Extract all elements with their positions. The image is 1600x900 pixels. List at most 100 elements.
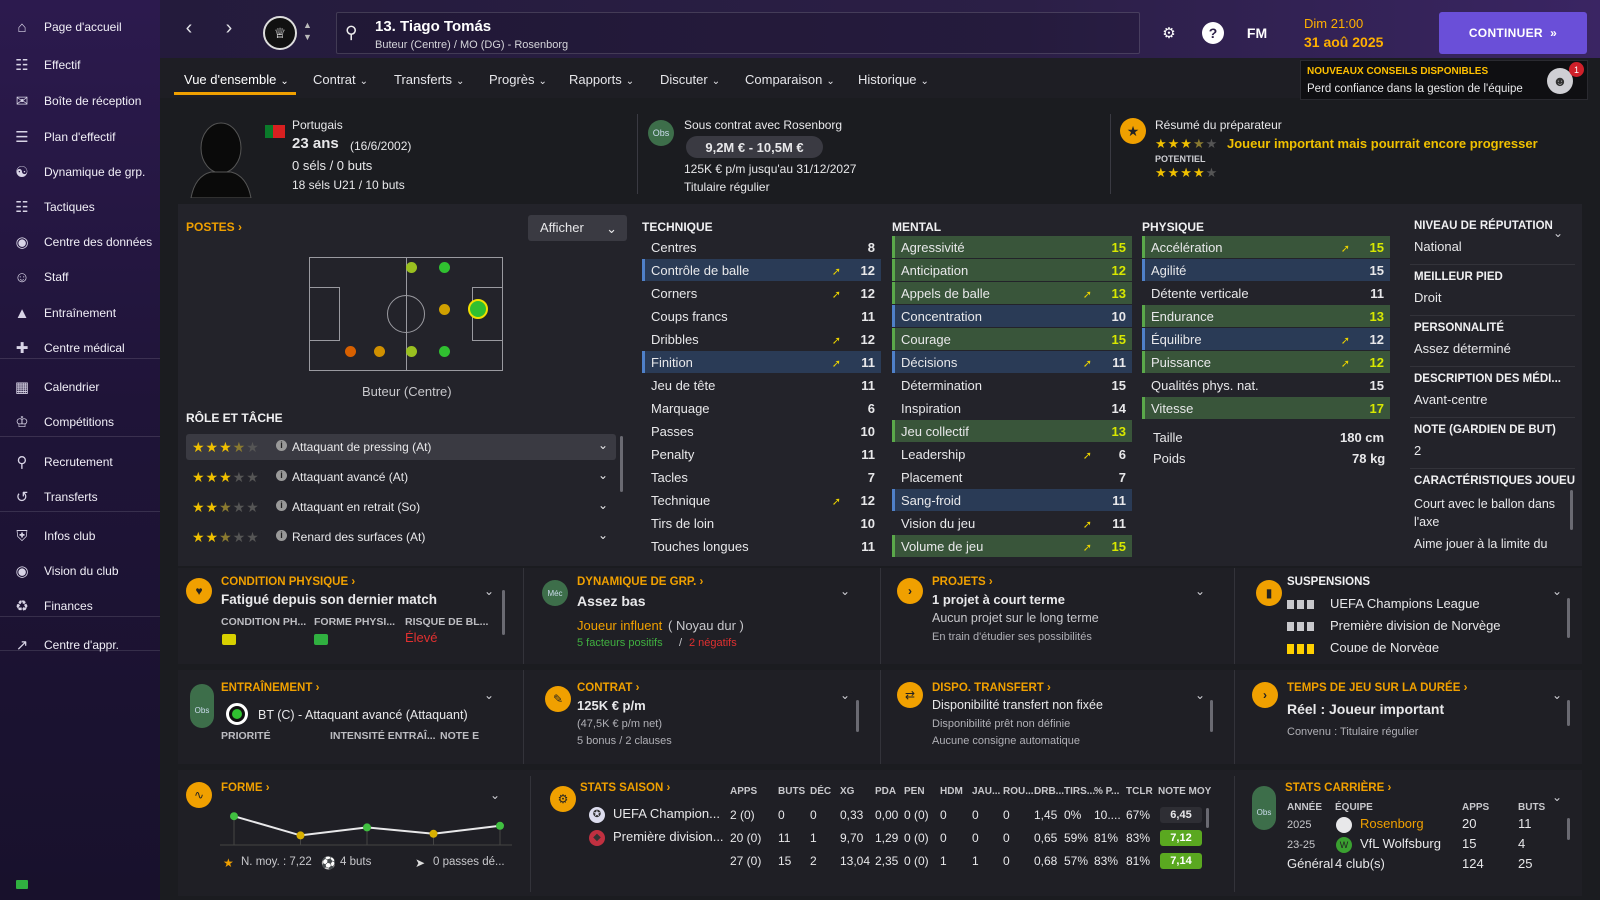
rating-col: NOTE E <box>440 730 480 742</box>
role-row[interactable]: ★★★★★ i Attaquant avancé (At) ⌄ <box>186 464 616 490</box>
back-arrow-icon[interactable]: ‹ <box>177 16 201 40</box>
form-point[interactable] <box>230 812 238 821</box>
attribute-row: Contrôle de balle ➚ 12 <box>642 259 881 281</box>
tab-2[interactable]: Transferts ⌄ <box>394 72 464 87</box>
sidebar-item[interactable]: ✉ Boîte de réception <box>0 84 160 118</box>
chevron-down-icon[interactable]: ⌄ <box>484 688 494 702</box>
negative-factors[interactable]: 2 négatifs <box>689 637 737 650</box>
form-point[interactable] <box>429 829 438 838</box>
chevron-down-icon[interactable]: ⌄ <box>840 584 850 598</box>
career-year: 2025 <box>1287 819 1312 831</box>
condition-link[interactable]: CONDITION PHYSIQUE › <box>221 576 355 588</box>
sidebar-item[interactable]: ▲ Entraînement <box>0 296 160 330</box>
scrollbar[interactable] <box>856 700 859 732</box>
chevron-down-icon[interactable]: ⌄ <box>840 688 850 702</box>
sidebar-item[interactable]: ↗ Centre d'appr. <box>0 628 160 662</box>
scrollbar[interactable] <box>1206 808 1209 828</box>
attribute-row: Jeu de tête 11 <box>642 374 881 396</box>
sidebar-item[interactable]: ↺ Transferts <box>0 480 160 514</box>
scrollbar[interactable] <box>1567 700 1570 726</box>
competition-name[interactable]: Première division... <box>613 829 724 844</box>
chevron-down-icon[interactable]: ⌄ <box>598 528 608 542</box>
factors-separator: / <box>679 637 683 649</box>
sidebar-item[interactable]: ◉ Vision du club <box>0 554 160 588</box>
sidebar-item[interactable]: ☺ Staff <box>0 260 160 294</box>
projects-text: 1 projet à court terme <box>932 592 1065 607</box>
sidebar-item[interactable]: ▦ Calendrier <box>0 370 160 404</box>
role-row[interactable]: ★★★★★ i Renard des surfaces (At) ⌄ <box>186 524 616 550</box>
sidebar-item[interactable]: ☯ Dynamique de grp. <box>0 155 160 189</box>
tab-3[interactable]: Progrès ⌄ <box>489 72 547 87</box>
tab-0[interactable]: Vue d'ensemble ⌄ <box>184 72 289 87</box>
sidebar-item[interactable]: ✚ Centre médical <box>0 331 160 365</box>
forward-arrow-icon[interactable]: › <box>217 16 241 40</box>
playtime-link[interactable]: TEMPS DE JEU SUR LA DURÉE › <box>1287 682 1467 694</box>
career-column-header: BUTS <box>1518 802 1546 813</box>
sidebar-item[interactable]: ☰ Plan d'effectif <box>0 120 160 154</box>
sidebar-item[interactable]: ♻ Finances <box>0 589 160 623</box>
transfer-link[interactable]: DISPO. TRANSFERT › <box>932 682 1051 694</box>
chevron-down-icon[interactable]: ⌄ <box>598 498 608 512</box>
form-link[interactable]: FORME › <box>221 782 270 794</box>
club-crest-icon[interactable]: ♕ <box>263 16 297 50</box>
career-stats-link[interactable]: STATS CARRIÈRE › <box>1285 782 1391 794</box>
scrollbar[interactable] <box>1567 598 1570 638</box>
season-stats-link[interactable]: STATS SAISON › <box>580 782 670 794</box>
positive-factors[interactable]: 5 facteurs positifs <box>577 637 663 650</box>
attribute-name: Volume de jeu <box>901 539 984 554</box>
tab-1[interactable]: Contrat ⌄ <box>313 72 368 87</box>
scrollbar[interactable] <box>1570 490 1573 530</box>
sidebar-item[interactable]: ⌂ Page d'accueil <box>0 10 160 44</box>
dynamics-link[interactable]: DYNAMIQUE DE GRP. › <box>577 576 703 588</box>
chevron-down-icon[interactable]: ⌄ <box>1195 688 1205 702</box>
chevron-down-icon[interactable]: ⌄ <box>598 438 608 452</box>
chevron-down-icon[interactable]: ⌄ <box>1552 790 1562 804</box>
chevron-down-icon[interactable]: ⌄ <box>1553 226 1563 240</box>
continue-button[interactable]: CONTINUER » <box>1439 12 1587 54</box>
tab-6[interactable]: Comparaison ⌄ <box>745 72 835 87</box>
role-row[interactable]: ★★★★★ i Attaquant en retrait (So) ⌄ <box>186 494 616 520</box>
scrollbar[interactable] <box>1210 700 1213 732</box>
world-icon[interactable]: ⚙ <box>1158 22 1180 44</box>
competition-name[interactable]: UEFA Champion... <box>613 806 720 821</box>
tab-4[interactable]: Rapports ⌄ <box>569 72 634 87</box>
attribute-row: Centres 8 <box>642 236 881 258</box>
scrollbar[interactable] <box>1567 818 1570 840</box>
form-point[interactable] <box>496 821 504 830</box>
sidebar-item[interactable]: ⛨ Infos club <box>0 519 160 553</box>
sidebar-item[interactable]: ◉ Centre des données <box>0 225 160 259</box>
player-search-box[interactable]: ⚲ 13. Tiago Tomás Buteur (Centre) / MO (… <box>336 12 1140 54</box>
show-dropdown[interactable]: Afficher ⌄ <box>528 215 627 241</box>
sidebar-item-label: Recrutement <box>44 455 113 469</box>
chevron-down-icon[interactable]: ⌄ <box>1552 584 1562 598</box>
scrollbar[interactable] <box>620 436 623 492</box>
attribute-value: 11 <box>861 447 875 462</box>
sidebar-item[interactable]: ☷ Effectif <box>0 48 160 82</box>
advice-banner[interactable]: NOUVEAUX CONSEILS DISPONIBLES Perd confi… <box>1300 60 1588 100</box>
sidebar-item[interactable]: ☷ Tactiques <box>0 190 160 224</box>
form-point[interactable] <box>363 823 371 832</box>
tab-7[interactable]: Historique ⌄ <box>858 72 929 87</box>
fm-menu-button[interactable]: FM <box>1244 22 1270 44</box>
chevron-down-icon[interactable]: ⌄ <box>484 584 494 598</box>
career-team[interactable]: VfL Wolfsburg <box>1360 836 1441 851</box>
projects-link[interactable]: PROJETS › <box>932 576 993 588</box>
help-icon[interactable]: ? <box>1202 22 1224 44</box>
chevron-down-icon[interactable]: ⌄ <box>1552 688 1562 702</box>
role-row[interactable]: ★★★★★ i Attaquant de pressing (At) ⌄ <box>186 434 616 460</box>
training-link[interactable]: ENTRAÎNEMENT › <box>221 682 319 694</box>
career-team[interactable]: Rosenborg <box>1360 816 1424 831</box>
chevron-down-icon[interactable]: ⌄ <box>1195 584 1205 598</box>
sidebar-item[interactable]: ⚲ Recrutement <box>0 445 160 479</box>
tab-5[interactable]: Discuter ⌄ <box>660 72 720 87</box>
form-point[interactable] <box>296 831 305 840</box>
player-switch-icon[interactable]: ▲ ▼ <box>303 19 312 43</box>
attribute-row: Courage 15 <box>892 328 1132 350</box>
projects-title: PROJETS <box>932 576 986 588</box>
attribute-name: Qualités phys. nat. <box>1151 378 1259 393</box>
sidebar-item[interactable]: ♔ Compétitions <box>0 405 160 439</box>
scrollbar[interactable] <box>502 590 505 635</box>
chevron-down-icon[interactable]: ⌄ <box>598 468 608 482</box>
contract-link[interactable]: CONTRAT › <box>577 682 639 694</box>
positions-link[interactable]: POSTES › <box>186 220 242 234</box>
